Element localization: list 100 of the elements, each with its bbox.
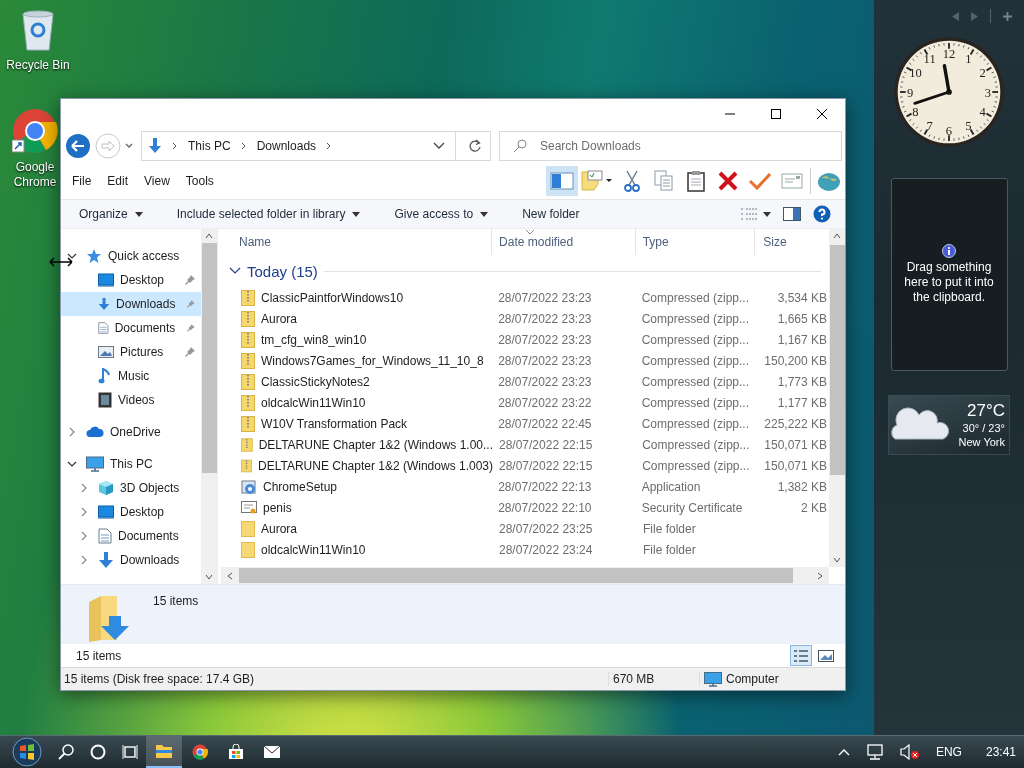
command-button[interactable]: Organize	[73, 202, 149, 226]
cortana-circle-icon[interactable]	[90, 744, 106, 760]
file-name[interactable]: oldcalcWin11Win10	[261, 395, 366, 410]
maximize-icon[interactable]	[771, 109, 781, 119]
nav-item[interactable]: Videos	[61, 388, 201, 412]
desktop-icon-label[interactable]: Recycle Bin	[6, 58, 70, 73]
search-field[interactable]: Search Downloads	[499, 131, 842, 161]
folder-icon[interactable]	[155, 743, 173, 759]
add-gadget-icon[interactable]	[1003, 11, 1012, 21]
scroll-down-icon[interactable]	[205, 574, 213, 580]
chrome-icon[interactable]	[12, 108, 58, 154]
nav-item[interactable]: Pictures	[61, 340, 201, 364]
nav-item[interactable]: This PC	[61, 452, 201, 476]
scroll-left-icon[interactable]	[227, 571, 233, 580]
weather-gadget[interactable]: 27°C 30° / 23° New York	[888, 395, 1010, 455]
file-name[interactable]: DELTARUNE Chapter 1&2 (Windows 1.00...	[258, 437, 493, 452]
nav-item[interactable]: Documents	[61, 316, 201, 340]
menu-item[interactable]: Edit	[107, 174, 129, 188]
file-name[interactable]: tm_cfg_win8_win10	[261, 332, 367, 347]
desktop-icon-label[interactable]: Google Chrome	[12, 160, 58, 190]
file-name[interactable]: Aurora	[261, 311, 298, 326]
nav-item[interactable]: OneDrive	[61, 420, 201, 444]
scroll-up-icon[interactable]	[833, 233, 841, 239]
view-options-icon[interactable]	[741, 208, 771, 220]
expand-chevron-icon[interactable]	[80, 483, 88, 493]
chrome-icon[interactable]	[192, 744, 208, 760]
collapse-chevron-icon[interactable]	[67, 252, 77, 260]
pin-icon[interactable]	[187, 323, 195, 333]
taskbar-clock[interactable]: 23:41	[985, 745, 1016, 759]
task-view-icon[interactable]	[122, 744, 138, 760]
speaker-icon[interactable]	[899, 744, 920, 760]
chevron-icon[interactable]	[326, 142, 333, 150]
delete-icon[interactable]	[718, 171, 738, 191]
chevron-icon[interactable]	[240, 142, 247, 150]
search-icon[interactable]	[58, 744, 74, 760]
scrollbar-thumb[interactable]	[201, 243, 217, 473]
scrollbar-thumb[interactable]	[239, 568, 793, 583]
file-name[interactable]: oldcalcWin11Win10	[261, 542, 366, 557]
dropdown-chevron-icon[interactable]	[433, 142, 445, 150]
file-name[interactable]: W10V Transformation Pack	[261, 416, 408, 431]
nav-item[interactable]: Quick access	[61, 244, 201, 268]
selected-nav-item[interactable]: Downloads	[61, 292, 201, 316]
column-header[interactable]: Size	[755, 229, 829, 255]
breadcrumb-item[interactable]: This PC	[188, 139, 231, 153]
group-header[interactable]: Today (15)	[247, 262, 318, 280]
collapse-chevron-icon[interactable]	[67, 460, 77, 468]
file-name[interactable]: ChromeSetup	[263, 479, 338, 494]
column-header[interactable]: Name	[221, 229, 493, 255]
envelope-icon[interactable]	[263, 745, 281, 759]
command-button[interactable]: Include selected folder in library	[170, 202, 367, 226]
nav-item[interactable]: Documents	[61, 524, 201, 548]
expand-chevron-icon[interactable]	[80, 507, 88, 517]
file-name[interactable]: Windows7Games_for_Windows_11_10_8	[261, 353, 484, 368]
scrollbar[interactable]	[201, 229, 217, 584]
breadcrumb-item[interactable]: Downloads	[256, 139, 317, 153]
expand-chevron-icon[interactable]	[80, 555, 88, 565]
expand-chevron-icon[interactable]	[68, 427, 76, 437]
sort-caret-icon[interactable]	[526, 230, 535, 234]
scrollbar[interactable]	[829, 229, 845, 567]
nav-item[interactable]: Music	[61, 364, 201, 388]
help-icon[interactable]	[813, 205, 831, 223]
caret-icon[interactable]	[352, 211, 361, 217]
nav-item[interactable]: 3D Objects	[61, 476, 201, 500]
menu-item[interactable]: Tools	[185, 174, 214, 188]
menu-item[interactable]: File	[72, 174, 92, 188]
caret-icon[interactable]	[480, 211, 489, 217]
close-icon[interactable]	[817, 109, 827, 119]
file-name[interactable]: ClassicPaintforWindows10	[261, 290, 404, 305]
shopping-bag-icon[interactable]	[228, 744, 244, 760]
file-name[interactable]: Aurora	[261, 521, 298, 536]
horizontal-scrollbar[interactable]	[221, 567, 829, 584]
pin-icon[interactable]	[185, 275, 195, 285]
column-header[interactable]: Date modified	[492, 229, 636, 255]
scroll-down-icon[interactable]	[833, 557, 841, 563]
nav-item[interactable]: Desktop	[61, 268, 201, 292]
start-button[interactable]	[12, 737, 42, 767]
preview-pane-icon[interactable]	[783, 207, 801, 221]
file-name[interactable]: DELTARUNE Chapter 1&2 (Windows 1.003)	[258, 458, 493, 473]
caret-icon[interactable]	[134, 211, 143, 217]
file-explorer-taskbar-button[interactable]	[146, 736, 182, 768]
file-name[interactable]: ClassicStickyNotes2	[261, 374, 370, 389]
scissors-icon[interactable]	[623, 170, 641, 192]
nav-item[interactable]: Desktop	[61, 500, 201, 524]
file-name[interactable]: penis	[263, 500, 292, 515]
clipboard-icon[interactable]	[687, 170, 705, 192]
back-button[interactable]	[65, 133, 91, 159]
refresh-icon[interactable]	[468, 139, 482, 153]
expand-chevron-icon[interactable]	[80, 531, 88, 541]
column-header[interactable]: Type	[635, 229, 756, 255]
recent-locations-caret-icon[interactable]	[125, 143, 133, 149]
scroll-right-icon[interactable]	[817, 571, 823, 580]
command-button[interactable]: Give access to	[388, 202, 495, 226]
collapse-chevron-icon[interactable]	[229, 267, 241, 275]
menu-item[interactable]: View	[144, 174, 170, 188]
show-hidden-icons-caret-icon[interactable]	[837, 748, 850, 756]
clipboard-gadget[interactable]: Drag something here to put it into the clipboard.	[890, 178, 1008, 371]
command-button[interactable]: New folder	[516, 202, 586, 226]
chevron-icon[interactable]	[172, 142, 178, 150]
address-bar[interactable]: This PC Downloads	[141, 131, 491, 161]
language-indicator[interactable]: ENG	[935, 745, 962, 759]
